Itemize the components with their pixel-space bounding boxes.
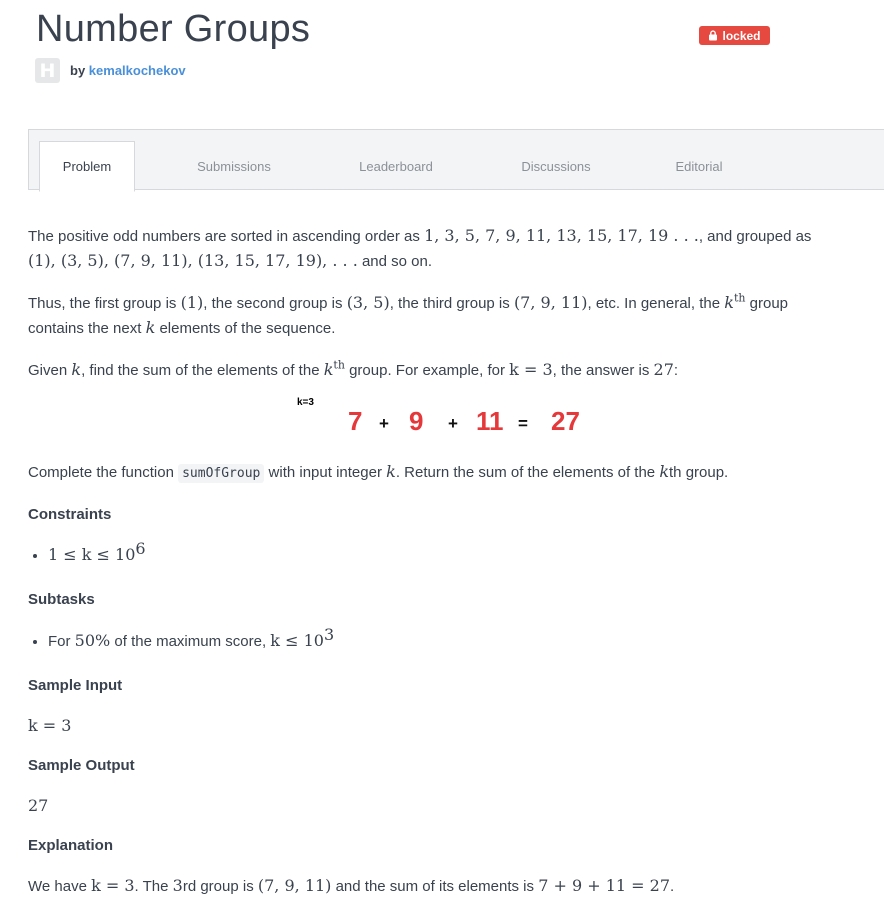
problem-details: Complete the function sumOfGroup with in… [28, 460, 858, 899]
tab-discussions[interactable]: Discussions [501, 141, 611, 192]
author-line: H by kemalkochekov [35, 58, 186, 83]
tab-submissions[interactable]: Submissions [179, 141, 289, 192]
statement-paragraph-1: The positive odd numbers are sorted in a… [28, 226, 812, 270]
example-number-11: 11 [476, 406, 504, 436]
tab-bar: Problem Submissions Leaderboard Discussi… [28, 129, 884, 192]
by-label: by [70, 63, 86, 78]
lock-icon [709, 30, 718, 41]
function-name: sumOfGroup [178, 464, 265, 483]
example-plus: + [379, 414, 389, 433]
subtask-item: For 50% of the maximum score, k ≤ 103 [48, 627, 858, 654]
example-number-7: 7 [348, 406, 363, 436]
explanation-heading: Explanation [28, 837, 114, 854]
statement-paragraph-2: Thus, the first group is (1), the second… [28, 291, 789, 337]
tab-leaderboard[interactable]: Leaderboard [341, 141, 451, 192]
sample-output-heading: Sample Output [28, 757, 135, 774]
problem-statement: The positive odd numbers are sorted in a… [28, 222, 858, 383]
badge-label: locked [722, 28, 761, 43]
example-result: 27 [551, 406, 580, 436]
example-illustration: k=3 7 + 9 + 11 = 27 [297, 397, 617, 437]
example-number-9: 9 [409, 406, 424, 436]
constraint-item: 1 ≤ k ≤ 106 [48, 541, 858, 568]
sample-output-value: 27 [28, 796, 49, 815]
example-plus: + [448, 414, 458, 433]
author-link[interactable]: kemalkochekov [89, 63, 186, 78]
locked-badge: locked [699, 26, 770, 45]
sample-input-value: k = 3 [28, 716, 72, 735]
subtasks-heading: Subtasks [28, 591, 95, 608]
tab-editorial[interactable]: Editorial [649, 141, 749, 192]
page-title: Number Groups [36, 8, 311, 50]
explanation-text: We have k = 3. The 3rd group is (7, 9, 1… [28, 876, 675, 895]
example-equals: = [518, 414, 528, 433]
constraints-list: 1 ≤ k ≤ 106 [28, 541, 858, 568]
sample-input-heading: Sample Input [28, 677, 123, 694]
tab-problem[interactable]: Problem [39, 141, 135, 192]
statement-paragraph-3: Given k, find the sum of the elements of… [28, 358, 679, 379]
constraints-heading: Constraints [28, 506, 112, 523]
avatar[interactable]: H [35, 58, 60, 83]
subtasks-list: For 50% of the maximum score, k ≤ 103 [28, 627, 858, 654]
task-paragraph: Complete the function sumOfGroup with in… [28, 462, 729, 483]
example-k-label: k=3 [297, 397, 314, 408]
